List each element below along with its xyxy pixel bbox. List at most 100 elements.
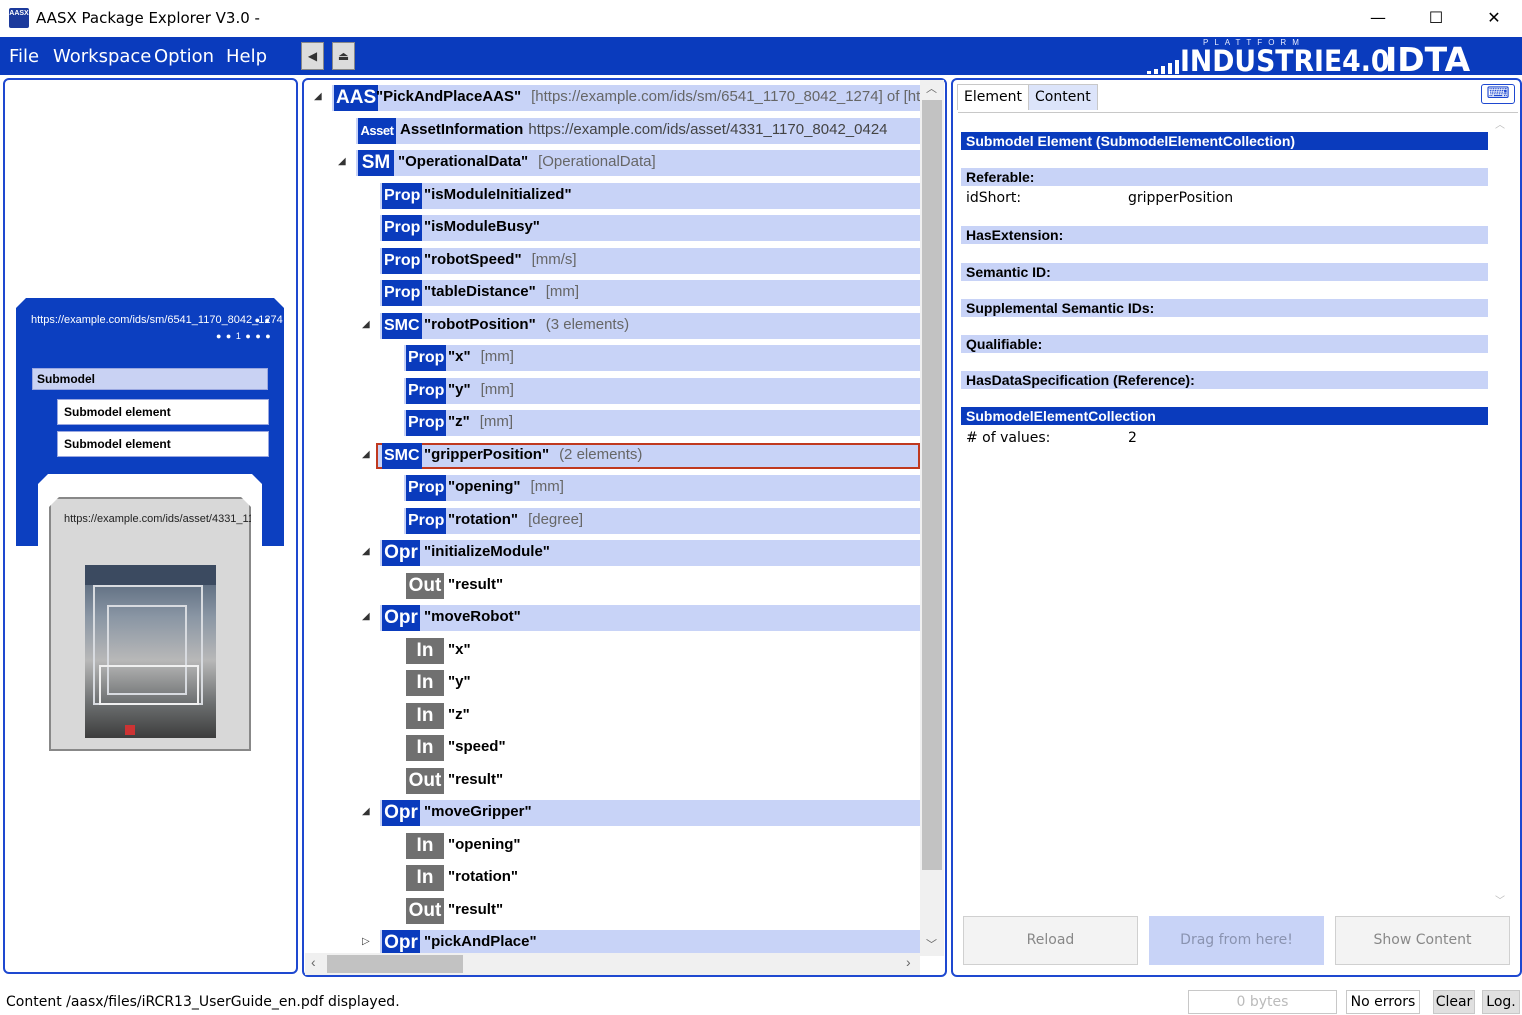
scroll-thumb[interactable] (922, 100, 942, 870)
tree-node[interactable]: Prop "isModuleInitialized" (0, 181, 920, 209)
element-type-badge: Opr (382, 930, 420, 953)
tree-node[interactable]: Prop "robotSpeed" [mm/s] (0, 246, 920, 274)
tree-node[interactable]: Out "result" (0, 571, 920, 599)
aas-tree: ◢ AAS "PickAndPlaceAAS" [https://example.co… (0, 0, 920, 953)
smc-heading: SubmodelElementCollection (961, 407, 1488, 425)
tree-node[interactable]: ◢ SM "OperationalData" [OperationalData] (0, 148, 920, 176)
keyboard-icon[interactable]: ⌨ (1481, 84, 1515, 104)
collapse-icon[interactable]: ◢ (362, 798, 370, 826)
collapse-icon[interactable]: ◢ (362, 538, 370, 566)
element-type-badge: SM (358, 150, 394, 176)
element-type-badge: In (406, 832, 444, 859)
tab-content[interactable]: Content (1028, 84, 1098, 110)
tree-node-name: "rotation" (448, 868, 519, 885)
collapse-icon[interactable]: ◢ (314, 83, 322, 111)
expand-icon[interactable]: ▷ (362, 928, 370, 953)
tree-node[interactable]: ◢ SMC "gripperPosition" (2 elements) (0, 441, 920, 469)
tree-node[interactable]: In "z" (0, 701, 920, 729)
semantic-id-section: Semantic ID: (961, 263, 1488, 281)
tree-node-info: [degree] (528, 510, 584, 528)
tree-node[interactable]: ◢ Opr "moveGripper" (0, 798, 920, 826)
element-type-badge: Prop (382, 215, 423, 241)
tree-vertical-scrollbar[interactable]: ︿ ﹀ (920, 80, 944, 956)
tree-node[interactable]: ◢ AAS "PickAndPlaceAAS" [https://example.co… (0, 83, 920, 111)
hasextension-section: HasExtension: (961, 226, 1488, 244)
maximize-button[interactable]: ☐ (1407, 0, 1465, 36)
tree-node[interactable]: Out "result" (0, 766, 920, 794)
tree-node-name: AssetInformation (400, 120, 524, 138)
clear-button[interactable]: Clear (1433, 990, 1475, 1014)
element-type-badge: Out (406, 767, 444, 794)
tree-node[interactable]: Prop "tableDistance" [mm] (0, 278, 920, 306)
tree-node-name: "tableDistance" (424, 283, 536, 300)
tree-node-name: "PickAndPlaceAAS" (376, 88, 522, 105)
tree-horizontal-scrollbar[interactable]: ‹ › (305, 953, 920, 975)
errors-indicator: No errors (1346, 990, 1420, 1014)
element-type-badge: Prop (382, 182, 423, 209)
tree-node[interactable]: Prop "rotation" [degree] (0, 506, 920, 534)
minimize-button[interactable]: — (1349, 0, 1407, 36)
element-heading: Submodel Element (SubmodelElementCollect… (961, 132, 1488, 150)
collapse-icon[interactable]: ◢ (362, 441, 370, 469)
element-type-badge: Opr (382, 800, 420, 826)
detail-scrollbar[interactable]: ︿ ﹀ (1495, 116, 1511, 910)
brand-industrie: INDUSTRIE4.0 (1180, 44, 1390, 78)
tree-node[interactable]: In "y" (0, 668, 920, 696)
collapse-icon[interactable]: ◢ (338, 148, 346, 176)
tree-node[interactable]: Prop "isModuleBusy" (0, 213, 920, 241)
detail-scroll-up-icon[interactable]: ︿ (1495, 116, 1511, 131)
element-type-badge: Opr (382, 605, 420, 631)
element-type-badge: Prop (406, 507, 447, 534)
tree-node-name: "opening" (448, 478, 521, 495)
scroll-right-icon[interactable]: › (906, 954, 911, 970)
tree-node[interactable]: In "x" (0, 636, 920, 664)
tree-node[interactable]: ◢ SMC "robotPosition" (3 elements) (0, 311, 920, 339)
show-content-button[interactable]: Show Content (1335, 916, 1510, 965)
close-button[interactable]: ✕ (1465, 0, 1522, 36)
hasdataspecification-section: HasDataSpecification (Reference): (961, 371, 1488, 389)
tree-node[interactable]: ◢ Opr "moveRobot" (0, 603, 920, 631)
tree-node-name: "robotPosition" (424, 315, 536, 333)
tree-node[interactable]: Prop "y" [mm] (0, 376, 920, 404)
detail-panel (951, 78, 1522, 977)
tree-node-name: "z" (448, 705, 470, 723)
log-button[interactable]: Log. (1482, 990, 1520, 1014)
scroll-thumb[interactable] (327, 955, 463, 973)
tree-node[interactable]: Prop "x" [mm] (0, 343, 920, 371)
reload-button[interactable]: Reload (963, 916, 1138, 965)
tree-node[interactable]: ▷ Opr "pickAndPlace" (0, 928, 920, 953)
tree-node-name: "gripperPosition" (424, 445, 550, 463)
element-type-badge: Prop (406, 410, 447, 436)
tree-node[interactable]: In "rotation" (0, 863, 920, 891)
tree-node-name: "initializeModule" (424, 543, 550, 560)
tree-node[interactable]: Prop "opening" [mm] (0, 473, 920, 501)
drag-from-here-button[interactable]: Drag from here! (1149, 916, 1324, 965)
tree-node-info: [mm] (479, 413, 514, 430)
qualifiable-section: Qualifiable: (961, 335, 1488, 353)
element-type-badge: Out (406, 572, 444, 599)
element-type-badge: In (406, 670, 444, 696)
element-type-badge: In (406, 735, 444, 761)
tree-node-name: "x" (448, 348, 471, 365)
tree-node[interactable]: Out "result" (0, 896, 920, 924)
tree-node[interactable]: In "opening" (0, 831, 920, 859)
collapse-icon[interactable]: ◢ (362, 311, 370, 339)
scroll-left-icon[interactable]: ‹ (311, 954, 316, 970)
tree-node[interactable]: Prop "z" [mm] (0, 408, 920, 436)
brand-logo: PLATTFORM INDUSTRIE4.0 IDTA (1145, 38, 1522, 79)
scroll-up-icon[interactable]: ︿ (926, 80, 937, 96)
tree-node-name: "moveRobot" (424, 608, 521, 625)
element-type-badge: In (406, 865, 444, 891)
tree-node-info: [https://example.com/ids/sm/6541_1170_80… (531, 88, 920, 105)
collapse-icon[interactable]: ◢ (362, 603, 370, 631)
scroll-down-icon[interactable]: ﹀ (926, 936, 937, 952)
tree-node[interactable]: In "speed" (0, 733, 920, 761)
tree-node[interactable]: Asset AssetInformation https://example.com… (0, 116, 920, 144)
tree-node[interactable]: ◢ Opr "initializeModule" (0, 538, 920, 566)
tree-node-name: "y" (448, 380, 471, 398)
tab-element[interactable]: Element (957, 84, 1029, 110)
tree-node-name: "isModuleBusy" (424, 218, 540, 235)
status-message: Content /aasx/files/iRCR13_UserGuide_en.… (6, 994, 400, 1010)
detail-scroll-down-icon[interactable]: ﹀ (1495, 892, 1505, 907)
tree-node-name: "speed" (448, 738, 506, 755)
